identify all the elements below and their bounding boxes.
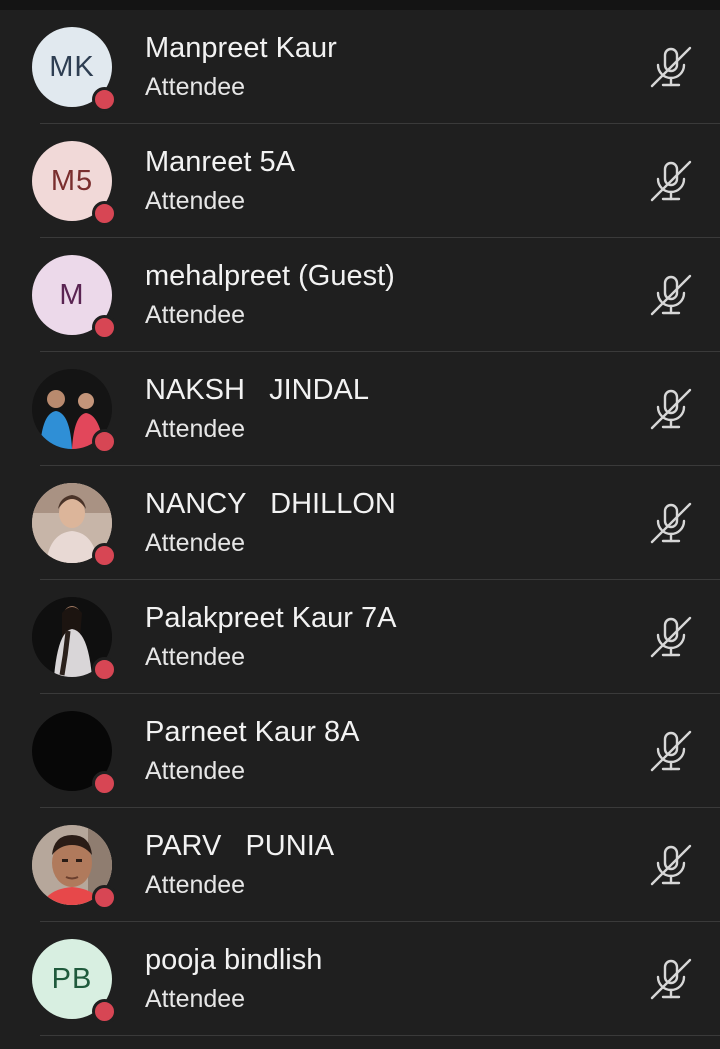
avatar: PB — [32, 939, 117, 1024]
participant-name: mehalpreet (Guest) — [145, 260, 395, 292]
mic-muted-icon[interactable] — [646, 726, 696, 776]
participant-row[interactable]: PB pooja bindlish Attendee — [0, 922, 720, 1036]
participant-row[interactable]: M mehalpreet (Guest) Attendee — [0, 238, 720, 352]
busy-status-dot — [92, 771, 117, 796]
mic-muted-icon[interactable] — [646, 612, 696, 662]
mic-muted-icon[interactable] — [646, 954, 696, 1004]
participants-list: MK Manpreet Kaur Attendee M5 Manreet 5A … — [0, 10, 720, 1036]
busy-status-dot — [92, 543, 117, 568]
busy-status-dot — [92, 429, 117, 454]
participant-name: pooja bindlish — [145, 944, 323, 976]
busy-status-dot — [92, 201, 117, 226]
participant-row[interactable]: Parneet Kaur 8A Attendee — [0, 694, 720, 808]
participant-row[interactable]: NAKSH JINDAL Attendee — [0, 352, 720, 466]
busy-status-dot — [92, 999, 117, 1024]
mic-muted-icon[interactable] — [646, 42, 696, 92]
participant-row[interactable]: PARV PUNIA Attendee — [0, 808, 720, 922]
participant-name: PARV PUNIA — [145, 830, 335, 862]
participant-name: NANCY DHILLON — [145, 488, 396, 520]
participant-row[interactable]: M5 Manreet 5A Attendee — [0, 124, 720, 238]
participant-name: NAKSH JINDAL — [145, 374, 369, 406]
mic-muted-icon[interactable] — [646, 156, 696, 206]
busy-status-dot — [92, 315, 117, 340]
busy-status-dot — [92, 657, 117, 682]
participant-name: Manreet 5A — [145, 146, 295, 178]
avatar — [32, 369, 117, 454]
participant-role: Attendee — [145, 301, 246, 329]
participant-row[interactable]: MK Manpreet Kaur Attendee — [0, 10, 720, 124]
busy-status-dot — [92, 87, 117, 112]
participant-role: Attendee — [145, 529, 246, 557]
top-bar — [0, 0, 720, 10]
participant-role: Attendee — [145, 757, 246, 785]
participant-role: Attendee — [145, 871, 246, 899]
avatar — [32, 597, 117, 682]
participant-name: Palakpreet Kaur 7A — [145, 602, 397, 634]
avatar: M5 — [32, 141, 117, 226]
mic-muted-icon[interactable] — [646, 384, 696, 434]
mic-muted-icon[interactable] — [646, 840, 696, 890]
participant-role: Attendee — [145, 415, 246, 443]
busy-status-dot — [92, 885, 117, 910]
mic-muted-icon[interactable] — [646, 498, 696, 548]
avatar — [32, 825, 117, 910]
participant-role: Attendee — [145, 643, 246, 671]
avatar: M — [32, 255, 117, 340]
participant-row[interactable]: Palakpreet Kaur 7A Attendee — [0, 580, 720, 694]
participant-role: Attendee — [145, 187, 246, 215]
avatar — [32, 483, 117, 568]
mic-muted-icon[interactable] — [646, 270, 696, 320]
participant-row[interactable]: NANCY DHILLON Attendee — [0, 466, 720, 580]
avatar: MK — [32, 27, 117, 112]
participant-name: Manpreet Kaur — [145, 32, 337, 64]
avatar — [32, 711, 117, 796]
participant-name: Parneet Kaur 8A — [145, 716, 360, 748]
participant-role: Attendee — [145, 985, 246, 1013]
participant-role: Attendee — [145, 73, 246, 101]
